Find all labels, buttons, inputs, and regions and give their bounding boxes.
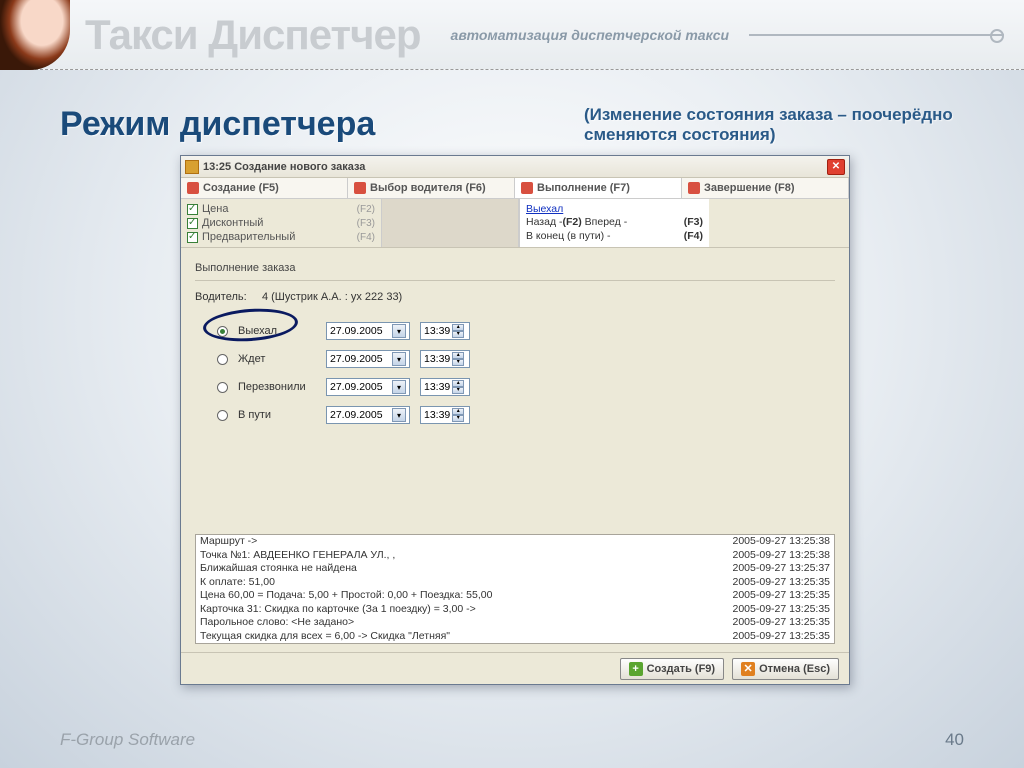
tab-label: Выполнение (F7) (537, 182, 630, 194)
driver-row: Водитель: 4 (Шустрик А.А. : ух 222 33) (195, 291, 835, 303)
time-input[interactable]: 13:39▴▾ (420, 378, 470, 396)
log-area[interactable]: Маршрут ->2005-09-27 13:25:38Точка №1: А… (195, 534, 835, 644)
time-input[interactable]: 13:39▴▾ (420, 350, 470, 368)
status-label: Ждет (238, 353, 316, 365)
avatar (0, 0, 70, 70)
decoration-line (749, 34, 1004, 36)
status-label: Перезвонили (238, 381, 316, 393)
check-label: Цена (202, 203, 228, 215)
log-line: К оплате: 51,002005-09-27 13:25:35 (196, 576, 834, 590)
tab-finish[interactable]: Завершение (F8) (682, 178, 849, 198)
spin-down-icon[interactable]: ▾ (452, 415, 464, 422)
check-column: Цена (F2) Дисконтный (F3) Предварительный (… (181, 199, 381, 247)
check-label: Предварительный (202, 231, 295, 243)
time-input[interactable]: 13:39▴▾ (420, 322, 470, 340)
date-input[interactable]: 27.09.2005▾ (326, 378, 410, 396)
button-label: Создать (F9) (647, 663, 715, 675)
page-number: 40 (945, 730, 964, 750)
log-line: Текущая скидка для всех = 6,00 -> Скидка… (196, 630, 834, 644)
company-name: F-Group Software (60, 730, 195, 750)
window-icon (185, 160, 199, 174)
driver-value: 4 (Шустрик А.А. : ух 222 33) (262, 291, 402, 303)
status-row: Перезвонили 27.09.2005▾ 13:39▴▾ (195, 373, 835, 401)
log-line: Ближайшая стоянка не найдена2005-09-27 1… (196, 562, 834, 576)
spin-down-icon[interactable]: ▾ (452, 387, 464, 394)
chevron-down-icon[interactable]: ▾ (392, 352, 406, 366)
tab-label: Создание (F5) (203, 182, 279, 194)
banner: Такси Диспетчер автоматизация диспетчерс… (0, 0, 1024, 70)
driver-label: Водитель: (195, 291, 247, 303)
tab-label: Завершение (F8) (704, 182, 795, 194)
radio[interactable] (217, 354, 228, 365)
cancel-button[interactable]: ✕ Отмена (Esc) (732, 658, 839, 680)
log-line: Парольное слово: <Не задано>2005-09-27 1… (196, 616, 834, 630)
spin-down-icon[interactable]: ▾ (452, 331, 464, 338)
time-input[interactable]: 13:39▴▾ (420, 406, 470, 424)
status-row: Ждет 27.09.2005▾ 13:39▴▾ (195, 345, 835, 373)
tab-icon (521, 182, 533, 194)
spin-down-icon[interactable]: ▾ (452, 359, 464, 366)
date-input[interactable]: 27.09.2005▾ (326, 322, 410, 340)
section-label: Выполнение заказа (195, 262, 835, 274)
spin-up-icon[interactable]: ▴ (452, 324, 464, 331)
check-key: (F3) (357, 218, 375, 229)
check-prelim[interactable]: Предварительный (F4) (187, 230, 375, 244)
status-label: В пути (238, 409, 316, 421)
log-line: Точка №1: АВДЕЕНКО ГЕНЕРАЛА УЛ., ,2005-0… (196, 549, 834, 563)
page-header: Режим диспетчера (Изменение состояния за… (0, 70, 1024, 155)
brand-title: Такси Диспетчер (85, 11, 421, 59)
top-strip: Цена (F2) Дисконтный (F3) Предварительный (… (181, 199, 849, 248)
chevron-down-icon[interactable]: ▾ (392, 324, 406, 338)
page-subtitle: (Изменение состояния заказа – поочерёдно… (584, 105, 964, 145)
date-input[interactable]: 27.09.2005▾ (326, 406, 410, 424)
check-key: (F4) (357, 232, 375, 243)
status-row: В пути 27.09.2005▾ 13:39▴▾ (195, 401, 835, 429)
spin-up-icon[interactable]: ▴ (452, 408, 464, 415)
check-key: (F2) (357, 204, 375, 215)
state-link[interactable]: Выехал (526, 203, 703, 215)
spin-up-icon[interactable]: ▴ (452, 380, 464, 387)
last-col (709, 199, 849, 247)
tab-icon (688, 182, 700, 194)
radio[interactable] (217, 326, 228, 337)
chevron-down-icon[interactable]: ▾ (392, 380, 406, 394)
chevron-down-icon[interactable]: ▾ (392, 408, 406, 422)
mid-gray (381, 199, 519, 247)
titlebar: 13:25 Создание нового заказа ✕ (181, 156, 849, 178)
order-window: 13:25 Создание нового заказа ✕ Создание … (180, 155, 850, 685)
tab-create[interactable]: Создание (F5) (181, 178, 348, 198)
tab-label: Выбор водителя (F6) (370, 182, 486, 194)
radio[interactable] (217, 382, 228, 393)
close-button[interactable]: ✕ (827, 159, 845, 175)
tab-icon (354, 182, 366, 194)
check-price[interactable]: Цена (F2) (187, 202, 375, 216)
body-area: Выполнение заказа Водитель: 4 (Шустрик А… (181, 248, 849, 652)
create-button[interactable]: + Создать (F9) (620, 658, 724, 680)
divider (195, 280, 835, 281)
radio[interactable] (217, 410, 228, 421)
log-line: Маршрут ->2005-09-27 13:25:38 (196, 535, 834, 549)
spin-up-icon[interactable]: ▴ (452, 352, 464, 359)
tab-row: Создание (F5) Выбор водителя (F6) Выполн… (181, 178, 849, 199)
tab-execution[interactable]: Выполнение (F7) (515, 178, 682, 198)
check-discount[interactable]: Дисконтный (F3) (187, 216, 375, 230)
status-block: Выехал27.09.2005▾13:39▴▾Ждет27.09.2005▾1… (195, 317, 835, 429)
page-title: Режим диспетчера (60, 105, 375, 145)
log-line: Цена 60,00 = Подача: 5,00 + Простой: 0,0… (196, 589, 834, 603)
window-footer: + Создать (F9) ✕ Отмена (Esc) (181, 652, 849, 684)
subtab-body: Выехал Назад -(F2) Вперед -(F3) В конец … (519, 199, 709, 247)
window-title: 13:25 Создание нового заказа (203, 161, 827, 173)
check-label: Дисконтный (202, 217, 263, 229)
brand-tagline: автоматизация диспетчерской такси (451, 27, 730, 43)
slide-footer: F-Group Software 40 (60, 730, 964, 750)
close-icon: ✕ (741, 662, 755, 676)
plus-icon: + (629, 662, 643, 676)
log-line: Карточка 31: Скидка по карточке (За 1 по… (196, 603, 834, 617)
tab-driver[interactable]: Выбор водителя (F6) (348, 178, 515, 198)
date-input[interactable]: 27.09.2005▾ (326, 350, 410, 368)
button-label: Отмена (Esc) (759, 663, 830, 675)
tab-icon (187, 182, 199, 194)
